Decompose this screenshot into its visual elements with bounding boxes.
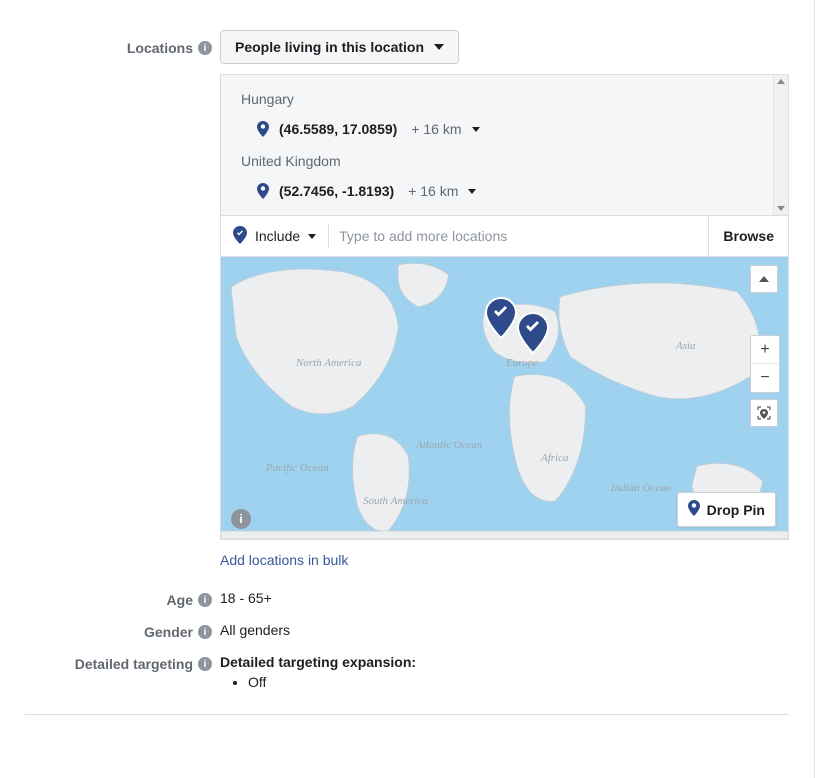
location-filter-label: People living in this location bbox=[235, 39, 424, 55]
chevron-down-icon bbox=[308, 234, 316, 239]
expansion-header: Detailed targeting expansion: bbox=[220, 654, 789, 670]
gender-label: Gender bbox=[144, 624, 193, 640]
location-item[interactable]: (46.5589, 17.0859) + 16 km bbox=[221, 113, 788, 147]
expansion-value: Off bbox=[248, 674, 789, 690]
location-country: Hungary bbox=[221, 85, 788, 113]
zoom-controls: + − bbox=[750, 335, 780, 393]
locations-label: Locations bbox=[127, 40, 193, 56]
browse-button[interactable]: Browse bbox=[708, 216, 788, 256]
map-label-continent: Asia bbox=[676, 340, 696, 352]
include-mode-toggle[interactable]: Include bbox=[221, 226, 328, 247]
chevron-down-icon[interactable] bbox=[472, 127, 480, 132]
locate-icon bbox=[756, 405, 772, 421]
scroll-down-icon[interactable] bbox=[777, 206, 785, 211]
map-label-continent: Africa bbox=[541, 452, 569, 464]
map-label-ocean: Indian Ocean bbox=[611, 482, 671, 494]
location-filter-dropdown[interactable]: People living in this location bbox=[220, 30, 459, 64]
detailed-targeting-label-col: Detailed targeting i bbox=[25, 654, 220, 690]
map-pin-marker[interactable] bbox=[484, 297, 518, 342]
scrollbar[interactable] bbox=[773, 75, 788, 215]
drop-pin-label: Drop Pin bbox=[707, 502, 765, 518]
location-coords: (52.7456, -1.8193) bbox=[279, 183, 394, 199]
gender-value: All genders bbox=[220, 622, 789, 640]
detailed-targeting-label: Detailed targeting bbox=[75, 656, 193, 672]
info-icon[interactable]: i bbox=[198, 657, 212, 671]
include-bar: Include Browse bbox=[220, 215, 789, 257]
pin-icon bbox=[257, 183, 269, 199]
pin-icon bbox=[257, 121, 269, 137]
pin-checked-icon bbox=[233, 226, 247, 247]
locations-row: Locations i People living in this locati… bbox=[25, 30, 789, 568]
map-pin-marker[interactable] bbox=[516, 312, 550, 357]
map[interactable]: North America South America Europe Afric… bbox=[220, 257, 789, 540]
pin-icon bbox=[688, 500, 700, 519]
age-label-col: Age i bbox=[25, 590, 220, 608]
location-radius: + 16 km bbox=[411, 121, 461, 137]
locations-content: People living in this location Hungary (… bbox=[220, 30, 789, 568]
map-label-continent: North America bbox=[296, 357, 362, 369]
map-controls: + − bbox=[750, 265, 780, 427]
detailed-targeting-row: Detailed targeting i Detailed targeting … bbox=[25, 654, 789, 690]
locate-button[interactable] bbox=[750, 399, 778, 427]
add-bulk-link[interactable]: Add locations in bulk bbox=[220, 552, 348, 568]
expansion-list: Off bbox=[220, 674, 789, 690]
location-list: Hungary (46.5589, 17.0859) + 16 km Unite… bbox=[220, 74, 789, 215]
map-label-ocean: Atlantic Ocean bbox=[416, 439, 482, 451]
locations-label-col: Locations i bbox=[25, 30, 220, 568]
include-mode-label: Include bbox=[255, 228, 300, 244]
gender-row: Gender i All genders bbox=[25, 622, 789, 640]
age-row: Age i 18 - 65+ bbox=[25, 590, 789, 608]
location-radius: + 16 km bbox=[408, 183, 458, 199]
map-label-continent: Europe bbox=[506, 357, 538, 369]
map-label-ocean: Pacific Ocean bbox=[266, 462, 329, 474]
section-divider bbox=[25, 714, 789, 715]
scroll-up-icon[interactable] bbox=[777, 79, 785, 84]
map-info-button[interactable]: i bbox=[231, 509, 251, 529]
drop-pin-button[interactable]: Drop Pin bbox=[677, 492, 776, 527]
info-icon[interactable]: i bbox=[198, 625, 212, 639]
chevron-down-icon[interactable] bbox=[468, 189, 476, 194]
location-search-input[interactable] bbox=[329, 228, 708, 244]
chevron-down-icon bbox=[434, 44, 444, 50]
map-collapse-button[interactable] bbox=[750, 265, 778, 293]
age-value: 18 - 65+ bbox=[220, 590, 789, 608]
map-label-continent: South America bbox=[363, 495, 428, 507]
location-item[interactable]: (52.7456, -1.8193) + 16 km bbox=[221, 175, 788, 209]
chevron-up-icon bbox=[759, 276, 769, 282]
gender-label-col: Gender i bbox=[25, 622, 220, 640]
age-label: Age bbox=[167, 592, 193, 608]
location-country: United Kingdom bbox=[221, 147, 788, 175]
detailed-targeting-content: Detailed targeting expansion: Off bbox=[220, 654, 789, 690]
info-icon[interactable]: i bbox=[198, 41, 212, 55]
zoom-in-button[interactable]: + bbox=[751, 336, 779, 364]
zoom-out-button[interactable]: − bbox=[751, 364, 779, 392]
info-icon[interactable]: i bbox=[198, 593, 212, 607]
location-coords: (46.5589, 17.0859) bbox=[279, 121, 397, 137]
